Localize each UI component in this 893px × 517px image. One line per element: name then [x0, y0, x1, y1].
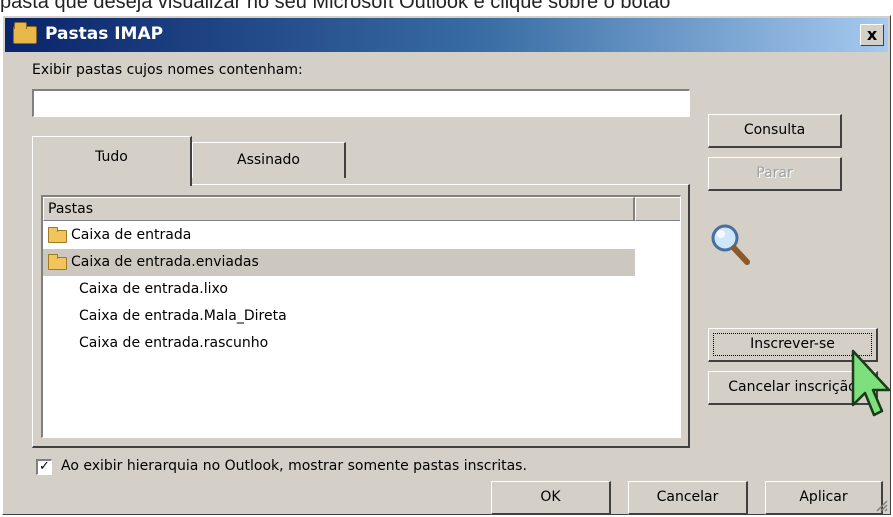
cancel-button[interactable]: Cancelar [628, 481, 748, 515]
apply-button[interactable]: Aplicar [765, 481, 883, 515]
column-header-pastas[interactable]: Pastas [43, 197, 635, 221]
list-item[interactable]: Caixa de entrada.lixo [43, 276, 635, 303]
list-item[interactable]: Caixa de entrada.rascunho [43, 330, 635, 357]
tab-panel: Pastas Caixa de entrada Caixa de entrada… [32, 184, 690, 448]
pointer-cursor-icon [851, 349, 891, 417]
folder-icon [48, 254, 67, 270]
checkbox-label: Ao exibir hierarquia no Outlook, mostrar… [61, 458, 527, 474]
page-caption: pasta que deseja visualizar no seu Micro… [0, 0, 671, 13]
imap-folders-dialog: Pastas IMAP x Exibir pastas cujos nomes … [2, 15, 891, 515]
folder-list[interactable]: Pastas Caixa de entrada Caixa de entrada… [41, 195, 681, 438]
window-title: Pastas IMAP [45, 24, 164, 44]
column-header-empty[interactable] [635, 197, 680, 221]
title-bar: Pastas IMAP x [5, 18, 888, 52]
list-item[interactable]: Caixa de entrada [43, 222, 635, 249]
list-item[interactable]: Caixa de entrada.enviadas [43, 249, 635, 276]
resize-grip-icon[interactable] [874, 498, 888, 512]
filter-input[interactable] [32, 89, 690, 117]
ok-button[interactable]: OK [491, 481, 611, 515]
folder-icon [48, 227, 67, 243]
list-item[interactable]: Caixa de entrada.Mala_Direta [43, 303, 635, 330]
tab-tudo[interactable]: Tudo [32, 136, 192, 186]
folder-icon [13, 22, 37, 44]
tab-assinado[interactable]: Assinado [192, 142, 346, 178]
filter-label: Exibir pastas cujos nomes contenham: [32, 62, 303, 78]
close-button[interactable]: x [860, 24, 884, 46]
search-icon [711, 224, 750, 265]
consulta-button[interactable]: Consulta [708, 114, 842, 148]
show-subscribed-checkbox[interactable]: ✓ [36, 459, 52, 475]
parar-button[interactable]: Parar [708, 157, 842, 191]
